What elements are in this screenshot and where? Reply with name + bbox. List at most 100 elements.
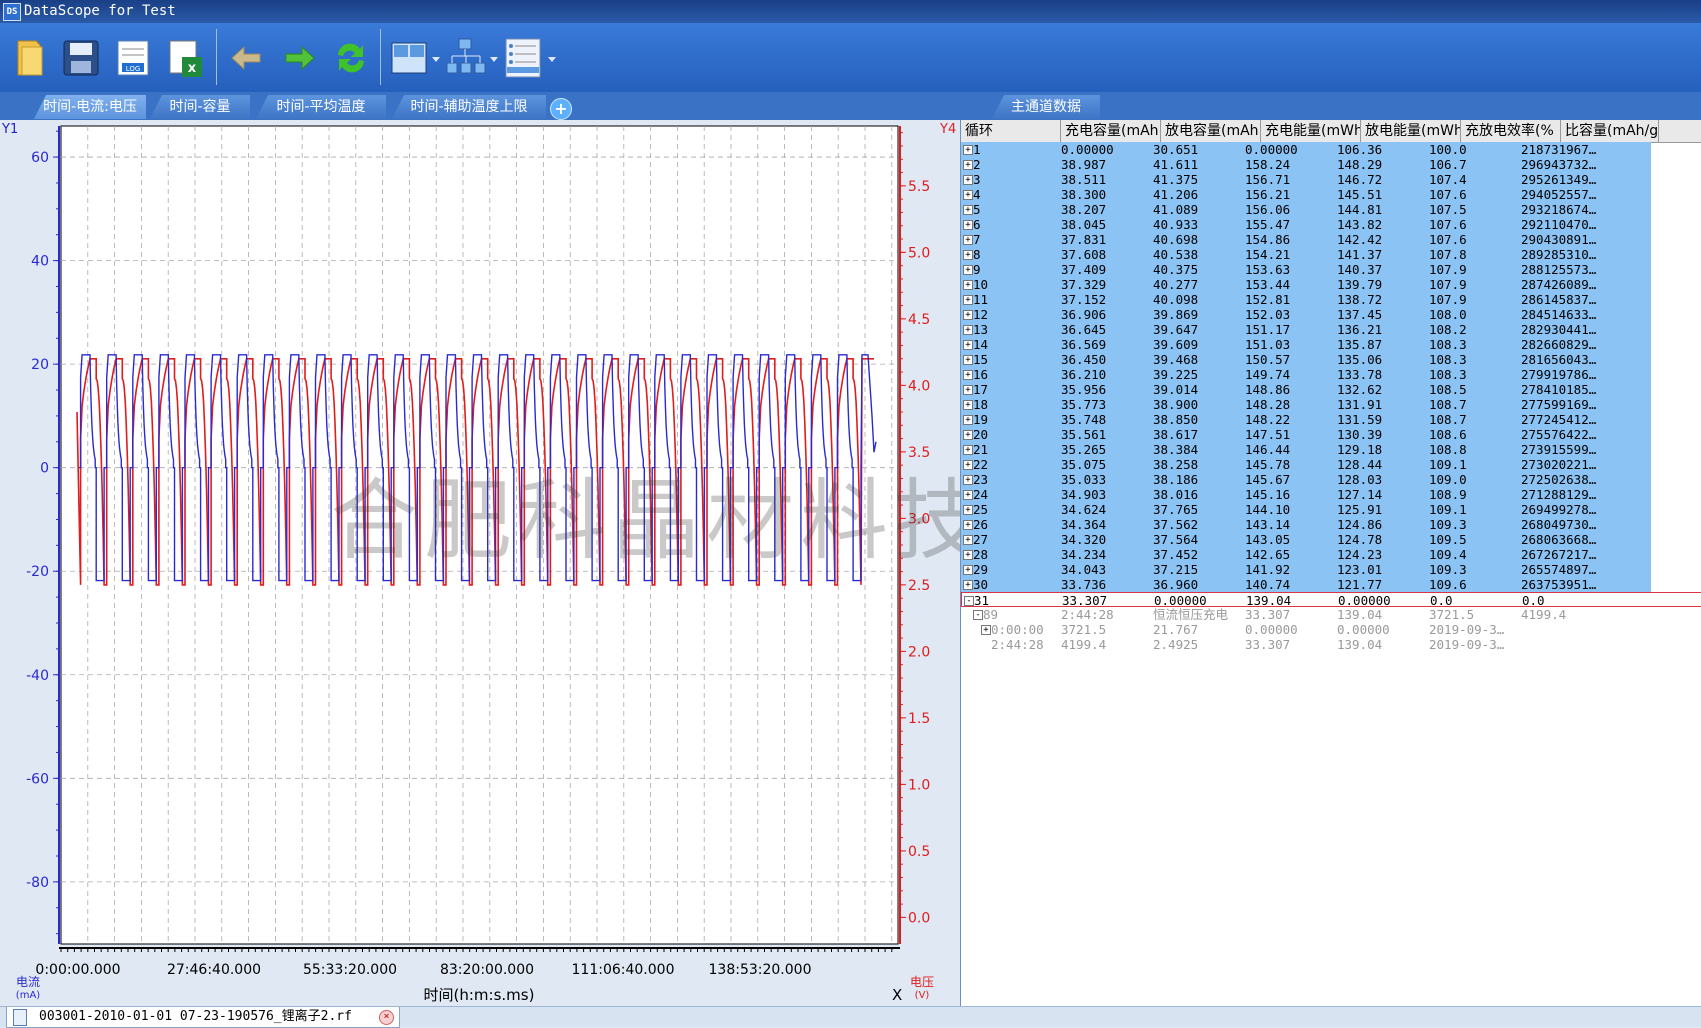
expand-row-icon[interactable]: + [963, 520, 973, 530]
list-view-dropdown-icon[interactable] [548, 57, 556, 62]
table-row[interactable]: +22 35.075 38.258 145.78 128.44 109.1 27302022… [961, 457, 1651, 472]
header-specific-capacity[interactable]: 比容量(mAh/g [1561, 120, 1659, 142]
expand-row-icon[interactable]: + [963, 340, 973, 350]
tab-time-avg-temperature[interactable]: 时间-平均温度 [256, 95, 386, 119]
header-discharge-energy[interactable]: 放电能量(mWh [1361, 120, 1461, 142]
chart-plot[interactable]: 60 40 20 0 -20 -40 -60 -80 5.5 5.0 4.5 4.0 3.5 3.0 2.5… [0, 120, 958, 1006]
expand-row-icon[interactable]: + [963, 220, 973, 230]
table-row[interactable]: +10 37.329 40.277 153.44 139.79 107.9 28742608… [961, 277, 1651, 292]
tab-main-channel-data[interactable]: 主通道数据 [992, 95, 1100, 119]
data-grid[interactable]: 循环 充电容量(mAh 放电容量(mAh 充电能量(mWh 放电能量(mWh 充… [960, 120, 1701, 1006]
collapse-row-icon[interactable]: - [973, 610, 983, 620]
expand-row-icon[interactable]: + [963, 355, 973, 365]
file-tab[interactable]: 003001-2010-01-01 07-23-190576_锂离子2.rf × [6, 1007, 400, 1028]
expand-row-icon[interactable]: + [963, 400, 973, 410]
expand-row-icon[interactable]: + [963, 565, 973, 575]
table-row[interactable]: +24 34.903 38.016 145.16 127.14 108.9 27128812… [961, 487, 1651, 502]
table-row[interactable]: +18 35.773 38.900 148.28 131.91 108.7 27759916… [961, 397, 1651, 412]
expand-row-icon[interactable]: + [963, 160, 973, 170]
sub-row[interactable]: 2:44:28 4199.4 2.4925 33.307 139.04 2019-09-3… [961, 637, 1701, 652]
cell-c4: 124.23 [1337, 547, 1383, 562]
expand-row-icon[interactable]: + [963, 430, 973, 440]
expand-row-icon[interactable]: + [963, 415, 973, 425]
table-row[interactable]: +5 38.207 41.089 156.06 144.81 107.5 293218674… [961, 202, 1651, 217]
table-row[interactable]: +4 38.300 41.206 156.21 145.51 107.6 294052557… [961, 187, 1651, 202]
table-row-expanded[interactable]: -31 33.307 0.00000 139.04 0.00000 0.0 0.0 [961, 592, 1701, 608]
header-discharge-capacity[interactable]: 放电容量(mAh [1161, 120, 1261, 142]
expand-row-icon[interactable]: + [963, 580, 973, 590]
table-row[interactable]: +29 34.043 37.215 141.92 123.01 109.3 26557489… [961, 562, 1651, 577]
tree-dropdown-icon[interactable] [490, 57, 498, 62]
tab-time-current-voltage[interactable]: 时间-电流:电压 [34, 95, 146, 119]
sub-row[interactable]: -89 2:44:28 恒流恒压充电 33.307 139.04 3721.5 4199.4 [961, 607, 1701, 622]
cell-c3: 154.21 [1245, 247, 1291, 262]
table-row[interactable]: +2 38.987 41.611 158.24 148.29 106.7 296943732… [961, 157, 1651, 172]
y1-tick-label: 0 [40, 461, 49, 477]
table-row[interactable]: +27 34.320 37.564 143.05 124.78 109.5 26806366… [961, 532, 1651, 547]
table-row[interactable]: +20 35.561 38.617 147.51 130.39 108.6 27557642… [961, 427, 1651, 442]
expand-row-icon[interactable]: + [963, 250, 973, 260]
expand-row-icon[interactable]: + [963, 370, 973, 380]
table-row[interactable]: +23 35.033 38.186 145.67 128.03 109.0 27250263… [961, 472, 1651, 487]
tab-time-aux-temp-limit[interactable]: 时间-辅助温度上限 [392, 95, 546, 119]
refresh-icon[interactable] [328, 33, 374, 83]
collapse-row-icon[interactable]: - [964, 596, 974, 606]
add-tab-icon[interactable]: + [550, 98, 572, 120]
expand-row-icon[interactable]: + [963, 295, 973, 305]
table-row[interactable]: +26 34.364 37.562 143.14 124.86 109.3 26804973… [961, 517, 1651, 532]
table-row[interactable]: +13 36.645 39.647 151.17 136.21 108.2 28293044… [961, 322, 1651, 337]
expand-row-icon[interactable]: + [963, 235, 973, 245]
table-row[interactable]: +1 0.00000 30.651 0.00000 106.36 100.0 2187319… [961, 142, 1651, 157]
expand-row-icon[interactable]: + [963, 475, 973, 485]
expand-row-icon[interactable]: + [963, 505, 973, 515]
layout-dropdown-icon[interactable] [432, 57, 440, 62]
table-row[interactable]: +28 34.234 37.452 142.65 124.23 109.4 26726721… [961, 547, 1651, 562]
table-row[interactable]: +17 35.956 39.014 148.86 132.62 108.5 27841018… [961, 382, 1651, 397]
table-row[interactable]: +19 35.748 38.850 148.22 131.59 108.7 27724541… [961, 412, 1651, 427]
expand-row-icon[interactable]: + [963, 445, 973, 455]
expand-row-icon[interactable]: + [963, 460, 973, 470]
table-row[interactable]: +30 33.736 36.960 140.74 121.77 109.6 26375395… [961, 577, 1651, 592]
expand-row-icon[interactable]: + [963, 280, 973, 290]
table-row[interactable]: +12 36.906 39.869 152.03 137.45 108.0 28451463… [961, 307, 1651, 322]
tab-time-capacity[interactable]: 时间-容量 [150, 95, 250, 119]
table-row[interactable]: +8 37.608 40.538 154.21 141.37 107.8 289285310… [961, 247, 1651, 262]
close-file-icon[interactable]: × [379, 1010, 394, 1025]
header-cycle[interactable]: 循环 [961, 120, 1061, 142]
table-row[interactable]: +16 36.210 39.225 149.74 133.78 108.3 27991978… [961, 367, 1651, 382]
expand-row-icon[interactable]: + [963, 550, 973, 560]
expand-row-icon[interactable]: + [981, 625, 991, 635]
tree-structure-icon[interactable] [444, 33, 490, 83]
table-row[interactable]: +14 36.569 39.609 151.03 135.87 108.3 28266082… [961, 337, 1651, 352]
sub-row[interactable]: +0:00:00 3721.5 21.767 0.00000 0.00000 2019-0… [961, 622, 1701, 637]
back-arrow-icon[interactable] [224, 33, 270, 83]
header-charge-energy[interactable]: 充电能量(mWh [1261, 120, 1361, 142]
expand-row-icon[interactable]: + [963, 175, 973, 185]
expand-row-icon[interactable]: + [963, 385, 973, 395]
expand-row-icon[interactable]: + [963, 325, 973, 335]
open-folder-icon[interactable] [10, 33, 56, 83]
expand-row-icon[interactable]: + [963, 310, 973, 320]
layout-icon[interactable] [388, 33, 434, 83]
expand-row-icon[interactable]: + [963, 190, 973, 200]
export-excel-icon[interactable]: x [164, 33, 210, 83]
expand-row-icon[interactable]: + [963, 535, 973, 545]
expand-row-icon[interactable]: + [963, 490, 973, 500]
header-charge-capacity[interactable]: 充电容量(mAh [1061, 120, 1161, 142]
forward-arrow-icon[interactable] [276, 33, 322, 83]
table-row[interactable]: +11 37.152 40.098 152.81 138.72 107.9 28614583… [961, 292, 1651, 307]
save-disk-icon[interactable] [60, 33, 106, 83]
table-row[interactable]: +3 38.511 41.375 156.71 146.72 107.4 295261349… [961, 172, 1651, 187]
table-row[interactable]: +9 37.409 40.375 153.63 140.37 107.9 288125573… [961, 262, 1651, 277]
log-icon[interactable]: LOG [112, 33, 158, 83]
list-view-icon[interactable] [502, 33, 548, 83]
table-row[interactable]: +6 38.045 40.933 155.47 143.82 107.6 292110470… [961, 217, 1651, 232]
header-efficiency[interactable]: 充放电效率(% [1461, 120, 1561, 142]
table-row[interactable]: +7 37.831 40.698 154.86 142.42 107.6 290430891… [961, 232, 1651, 247]
expand-row-icon[interactable]: + [963, 145, 973, 155]
expand-row-icon[interactable]: + [963, 265, 973, 275]
table-row[interactable]: +21 35.265 38.384 146.44 129.18 108.8 27391559… [961, 442, 1651, 457]
table-row[interactable]: +15 36.450 39.468 150.57 135.06 108.3 28165604… [961, 352, 1651, 367]
expand-row-icon[interactable]: + [963, 205, 973, 215]
table-row[interactable]: +25 34.624 37.765 144.10 125.91 109.1 26949927… [961, 502, 1651, 517]
